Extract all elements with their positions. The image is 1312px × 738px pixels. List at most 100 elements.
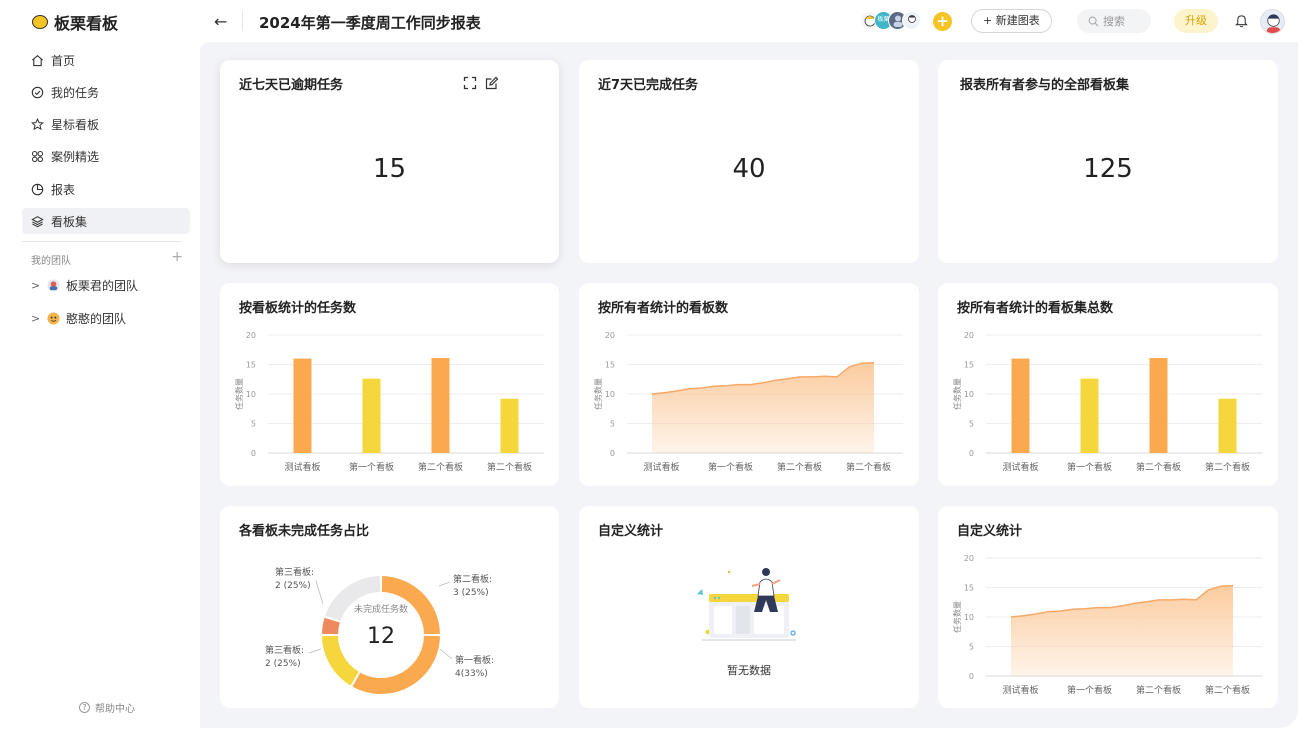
add-team-icon[interactable]: + — [171, 250, 183, 267]
team-section-label: 我的团队 — [31, 256, 71, 267]
team-item[interactable]: > 板栗君的团队 — [31, 277, 138, 294]
stat-value: 15 — [372, 154, 407, 184]
fullscreen-icon[interactable] — [463, 76, 477, 90]
stat-card-board-sets[interactable]: 报表所有者参与的全部看板集 125 — [938, 60, 1278, 263]
y-tick-label: 15 — [964, 361, 974, 370]
pie-chart-icon — [31, 183, 44, 195]
x-tick-label: 第二个看板 — [1136, 461, 1181, 473]
sidebar-item-home[interactable]: 首页 — [22, 47, 190, 73]
x-tick-label: 第二个看板 — [487, 461, 532, 473]
y-tick-label: 20 — [246, 331, 256, 340]
y-tick-label: 5 — [610, 420, 615, 429]
member-avatars[interactable]: 板栗 — [860, 11, 921, 30]
x-tick-label: 第二个看板 — [777, 461, 822, 473]
sidebar-item-label: 报表 — [51, 182, 76, 197]
chart-card-board-sets-by-owner[interactable]: 按所有者统计的看板集总数 0 5 10 15 20 任务数量 测试看板 第一个看板 第二个看板第… — [938, 283, 1278, 486]
slice-label: 第三看板: — [265, 644, 304, 656]
sidebar-item-label: 星标看板 — [51, 118, 100, 133]
x-tick-label: 第一个看板 — [708, 461, 753, 473]
chart-card-tasks-by-board[interactable]: 按看板统计的任务数 0 5 10 15 20 任务数量 测试看板 第一个看板 第二个看板 第二个看… — [220, 283, 559, 486]
y-tick-label: 10 — [246, 390, 256, 399]
slice-value-label: 2 (25%) — [265, 659, 301, 669]
donut-center-label: 未完成任务数 — [354, 603, 408, 615]
x-tick-label: 第二个看板 — [1205, 461, 1250, 473]
area-chart: 0 5 10 15 20 任务数量测试看板 第一个看板 第二个看板 第二个看板 — [952, 554, 1262, 696]
help-center-link[interactable]: ? 帮助中心 — [79, 700, 135, 715]
brand-logo-icon — [32, 15, 48, 29]
bar — [431, 358, 450, 453]
sidebar-item-reports[interactable]: 报表 — [22, 176, 190, 202]
chart-card-boards-by-owner[interactable]: 按所有者统计的看板数 0 5 10 15 20 任务数量 测试看板 第一个看板 第二个看板 第二个… — [579, 283, 919, 486]
team-item[interactable]: > 憨憨的团队 — [31, 310, 126, 327]
bar — [1080, 378, 1099, 453]
brand-name: 板栗看板 — [54, 14, 119, 33]
x-tick-label: 第二个看板 — [1136, 684, 1181, 696]
brand[interactable]: 板栗看板 — [32, 10, 118, 34]
y-axis-label: 任务数量 — [593, 378, 603, 410]
x-tick-label: 第二个看板 — [418, 461, 463, 473]
sidebar-item-board-sets[interactable]: 看板集 — [22, 208, 190, 235]
y-tick-label: 15 — [964, 584, 974, 593]
y-axis-label: 任务数量 — [234, 378, 244, 410]
search-icon — [1088, 16, 1099, 26]
slice-value-label: 4(33%) — [455, 669, 488, 679]
callout-line — [438, 581, 451, 587]
y-tick-label: 0 — [251, 449, 256, 458]
pie-slice — [322, 635, 359, 686]
bar — [1149, 358, 1168, 453]
page-title: 2024年第一季度周工作同步报表 — [259, 14, 481, 32]
stat-card-completed[interactable]: 近7天已完成任务 40 — [579, 60, 919, 263]
slice-value-label: 3 (25%) — [453, 588, 489, 598]
x-tick-label: 测试看板 — [643, 461, 679, 473]
chevron-right-icon[interactable]: > — [31, 279, 41, 292]
y-tick-label: 20 — [964, 331, 974, 340]
header-divider — [242, 11, 243, 31]
sidebar-item-cases[interactable]: 案例精选 — [22, 144, 190, 170]
avatar — [902, 11, 921, 30]
y-axis-label: 任务数量 — [952, 601, 962, 633]
bell-icon[interactable] — [1235, 13, 1248, 28]
bar — [1218, 398, 1237, 453]
empty-message: 暂无数据 — [727, 664, 771, 677]
y-tick-label: 5 — [969, 643, 974, 652]
upgrade-button[interactable]: 升级 — [1174, 9, 1218, 33]
new-chart-button[interactable]: + 新建图表 — [971, 9, 1052, 33]
search-input[interactable]: 搜索 — [1077, 9, 1151, 33]
chart-card-unfinished-ratio[interactable]: 各看板未完成任务占比 未完成任务数 12 第二看板: 3 (25%) 第一看板: 4(33… — [220, 506, 559, 708]
add-member-button[interactable]: + — [933, 12, 952, 31]
edit-icon[interactable] — [485, 76, 499, 90]
sidebar-item-label: 首页 — [51, 53, 76, 68]
y-tick-label: 5 — [251, 420, 256, 429]
slice-label: 第一看板: — [455, 654, 494, 666]
back-arrow-icon[interactable]: ← — [214, 12, 227, 31]
sidebar-item-my-tasks[interactable]: 我的任务 — [22, 79, 190, 105]
bar — [293, 358, 312, 453]
y-tick-label: 20 — [605, 331, 615, 340]
x-tick-label: 第一个看板 — [1067, 684, 1112, 696]
y-tick-label: 0 — [610, 449, 615, 458]
area-fill — [1011, 585, 1233, 676]
user-avatar[interactable] — [1260, 9, 1285, 34]
y-tick-label: 0 — [969, 449, 974, 458]
bar-chart: 0 5 10 15 20 任务数量测试看板 第一个看板 第二个看板 第二个看板 — [952, 331, 1262, 473]
y-tick-label: 20 — [964, 554, 974, 563]
team-avatar — [47, 279, 60, 292]
help-icon: ? — [79, 702, 90, 713]
app-root: 板栗看板 首页 我的任务 星标看板 案例精选 报表 看板集 我的团队 + > 板… — [0, 0, 1312, 738]
area-chart: 0 5 10 15 20 任务数量测试看板 第一个看板 第二个看板 第二个看板 — [593, 331, 903, 473]
y-tick-label: 15 — [246, 361, 256, 370]
team-avatar — [47, 312, 60, 325]
chart-card-custom-empty[interactable]: 自定义统计 暂无数据 — [579, 506, 919, 708]
empty-state-illustration — [697, 568, 796, 641]
x-tick-label: 测试看板 — [284, 461, 320, 473]
chart-card-custom-area[interactable]: 自定义统计 0 5 10 15 20 任务数量 测试看板 第一个看板 第二个看板 第二个看板 — [938, 506, 1278, 708]
area-fill — [652, 362, 874, 453]
chevron-right-icon[interactable]: > — [31, 312, 41, 325]
bar — [500, 398, 519, 453]
sidebar-item-starred[interactable]: 星标看板 — [22, 112, 190, 138]
x-tick-label: 第二个看板 — [1205, 684, 1250, 696]
x-tick-label: 第二个看板 — [846, 461, 891, 473]
card-title: 近7天已完成任务 — [598, 78, 699, 93]
callout-line — [308, 648, 322, 654]
stat-card-overdue[interactable]: 近七天已逾期任务 15 — [220, 60, 559, 263]
